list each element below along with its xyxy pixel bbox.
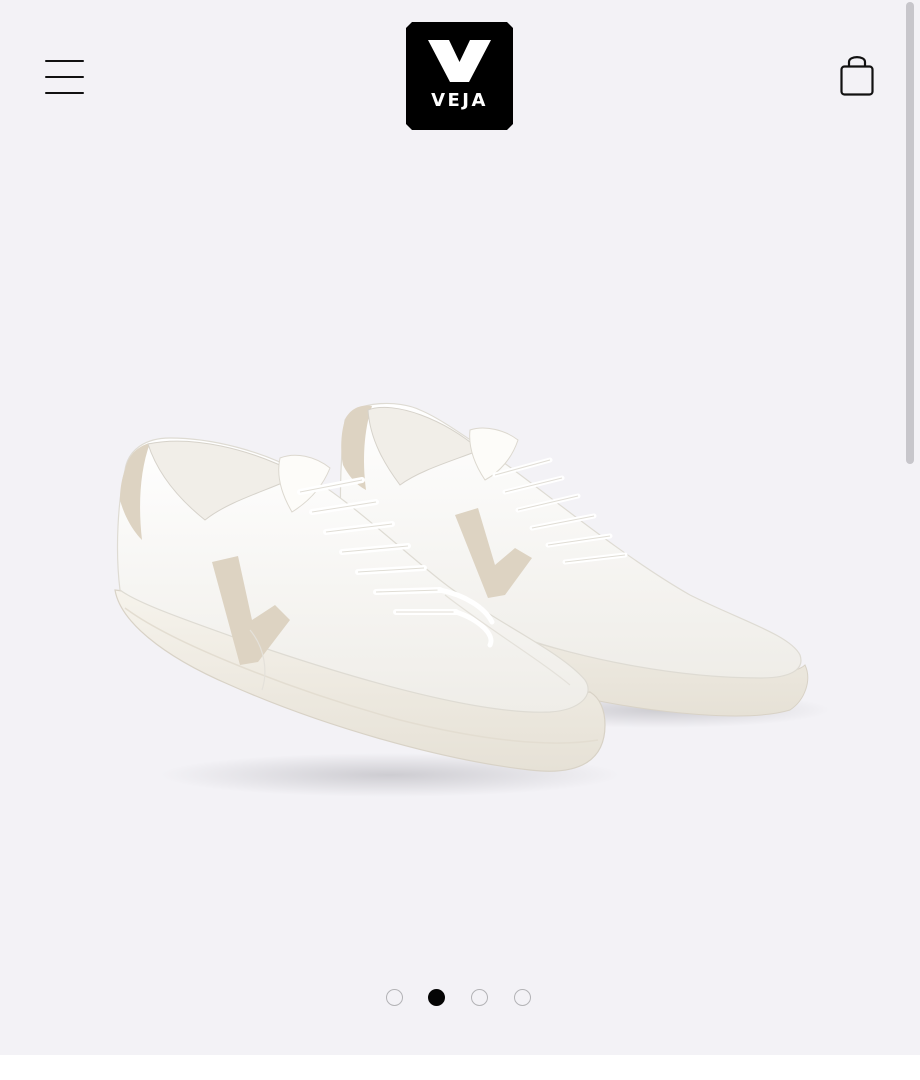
carousel-dot-2-active[interactable] (428, 989, 445, 1006)
carousel-dot-1[interactable] (386, 989, 403, 1006)
logo-wordmark: VEJA (431, 90, 488, 111)
menu-icon-bar (45, 92, 84, 94)
page-bottom-edge (0, 1055, 920, 1080)
carousel-pagination (380, 987, 540, 1009)
sneaker-illustration (114, 402, 830, 797)
product-gallery-viewport: VEJA (0, 0, 920, 1055)
scrollbar-thumb[interactable] (906, 2, 914, 464)
logo-badge (406, 22, 513, 130)
menu-icon-bar (45, 60, 84, 62)
product-image-sneakers (100, 380, 830, 810)
menu-button[interactable] (36, 52, 94, 102)
carousel-dot-3[interactable] (471, 989, 488, 1006)
veja-logo[interactable]: VEJA (406, 22, 513, 130)
carousel-dot-4[interactable] (514, 989, 531, 1006)
cart-button[interactable] (832, 50, 882, 102)
shopping-bag-icon (840, 56, 874, 96)
product-page: VEJA (0, 0, 920, 1080)
menu-icon-bar (45, 76, 84, 78)
